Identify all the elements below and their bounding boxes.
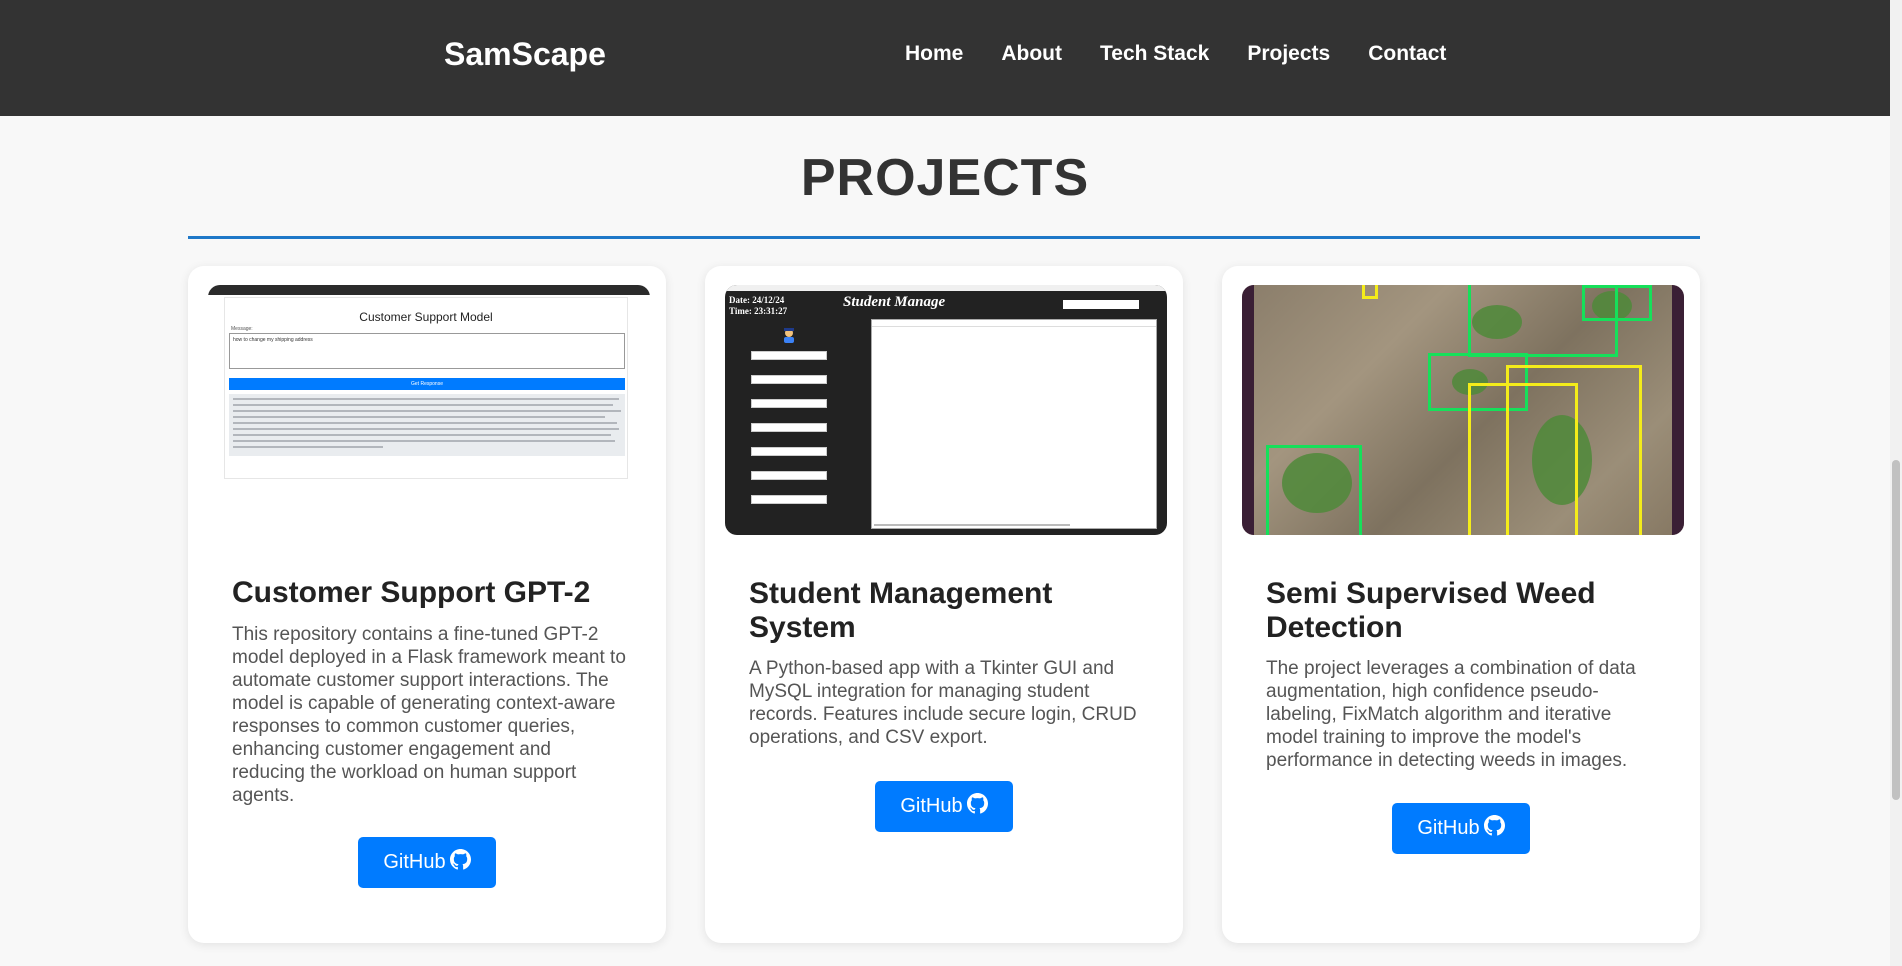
project-title: Customer Support GPT-2 [232, 576, 591, 609]
github-button[interactable]: GitHub [1392, 803, 1530, 854]
project-description: This repository contains a fine-tuned GP… [232, 624, 626, 806]
project-card: Customer Support Model Message: how to c… [188, 266, 666, 943]
screenshot-heading: Student Manage [843, 294, 946, 310]
nav-links: Home About Tech Stack Projects Contact [905, 42, 1446, 66]
project-screenshot [1242, 285, 1684, 535]
github-button[interactable]: GitHub [875, 781, 1013, 832]
nav-link-about[interactable]: About [1001, 42, 1062, 66]
github-button[interactable]: GitHub [358, 837, 496, 888]
github-button-label: GitHub [900, 795, 963, 817]
project-screenshot: Customer Support Model Message: how to c… [208, 285, 650, 535]
nav-link-projects[interactable]: Projects [1247, 42, 1330, 66]
project-description: A Python-based app with a Tkinter GUI an… [749, 658, 1137, 748]
screenshot-input: how to change my shipping address [233, 337, 313, 343]
github-button-label: GitHub [383, 851, 446, 873]
student-icon [784, 328, 794, 343]
screenshot-time: Time: 23:31:27 [729, 306, 788, 316]
scrollbar-thumb[interactable] [1892, 460, 1900, 800]
project-card: Date: 24/12/24 Time: 23:31:27 Student Ma… [705, 266, 1183, 943]
github-button-label: GitHub [1417, 817, 1480, 839]
github-icon [1483, 815, 1505, 842]
project-card: Semi Supervised Weed Detection The proje… [1222, 266, 1700, 943]
section-divider [188, 236, 1700, 239]
nav-link-home[interactable]: Home [905, 42, 963, 66]
project-title: Semi Supervised Weed Detection [1266, 577, 1596, 644]
project-description: The project leverages a combination of d… [1266, 658, 1636, 771]
project-screenshot: Date: 24/12/24 Time: 23:31:27 Student Ma… [725, 285, 1167, 535]
section-title: PROJECTS [800, 149, 1090, 207]
github-icon [966, 793, 988, 820]
nav-link-tech-stack[interactable]: Tech Stack [1100, 42, 1209, 66]
screenshot-date: Date: 24/12/24 [729, 295, 785, 305]
brand-logo[interactable]: SamScape [444, 36, 606, 73]
github-icon [449, 849, 471, 876]
navbar: SamScape Home About Tech Stack Projects … [0, 0, 1890, 116]
scrollbar[interactable] [1890, 0, 1902, 966]
screenshot-button: Get Response [411, 381, 443, 387]
nav-link-contact[interactable]: Contact [1368, 42, 1446, 66]
project-title: Student Management System [749, 577, 1053, 644]
screenshot-heading: Customer Support Model [359, 310, 493, 324]
